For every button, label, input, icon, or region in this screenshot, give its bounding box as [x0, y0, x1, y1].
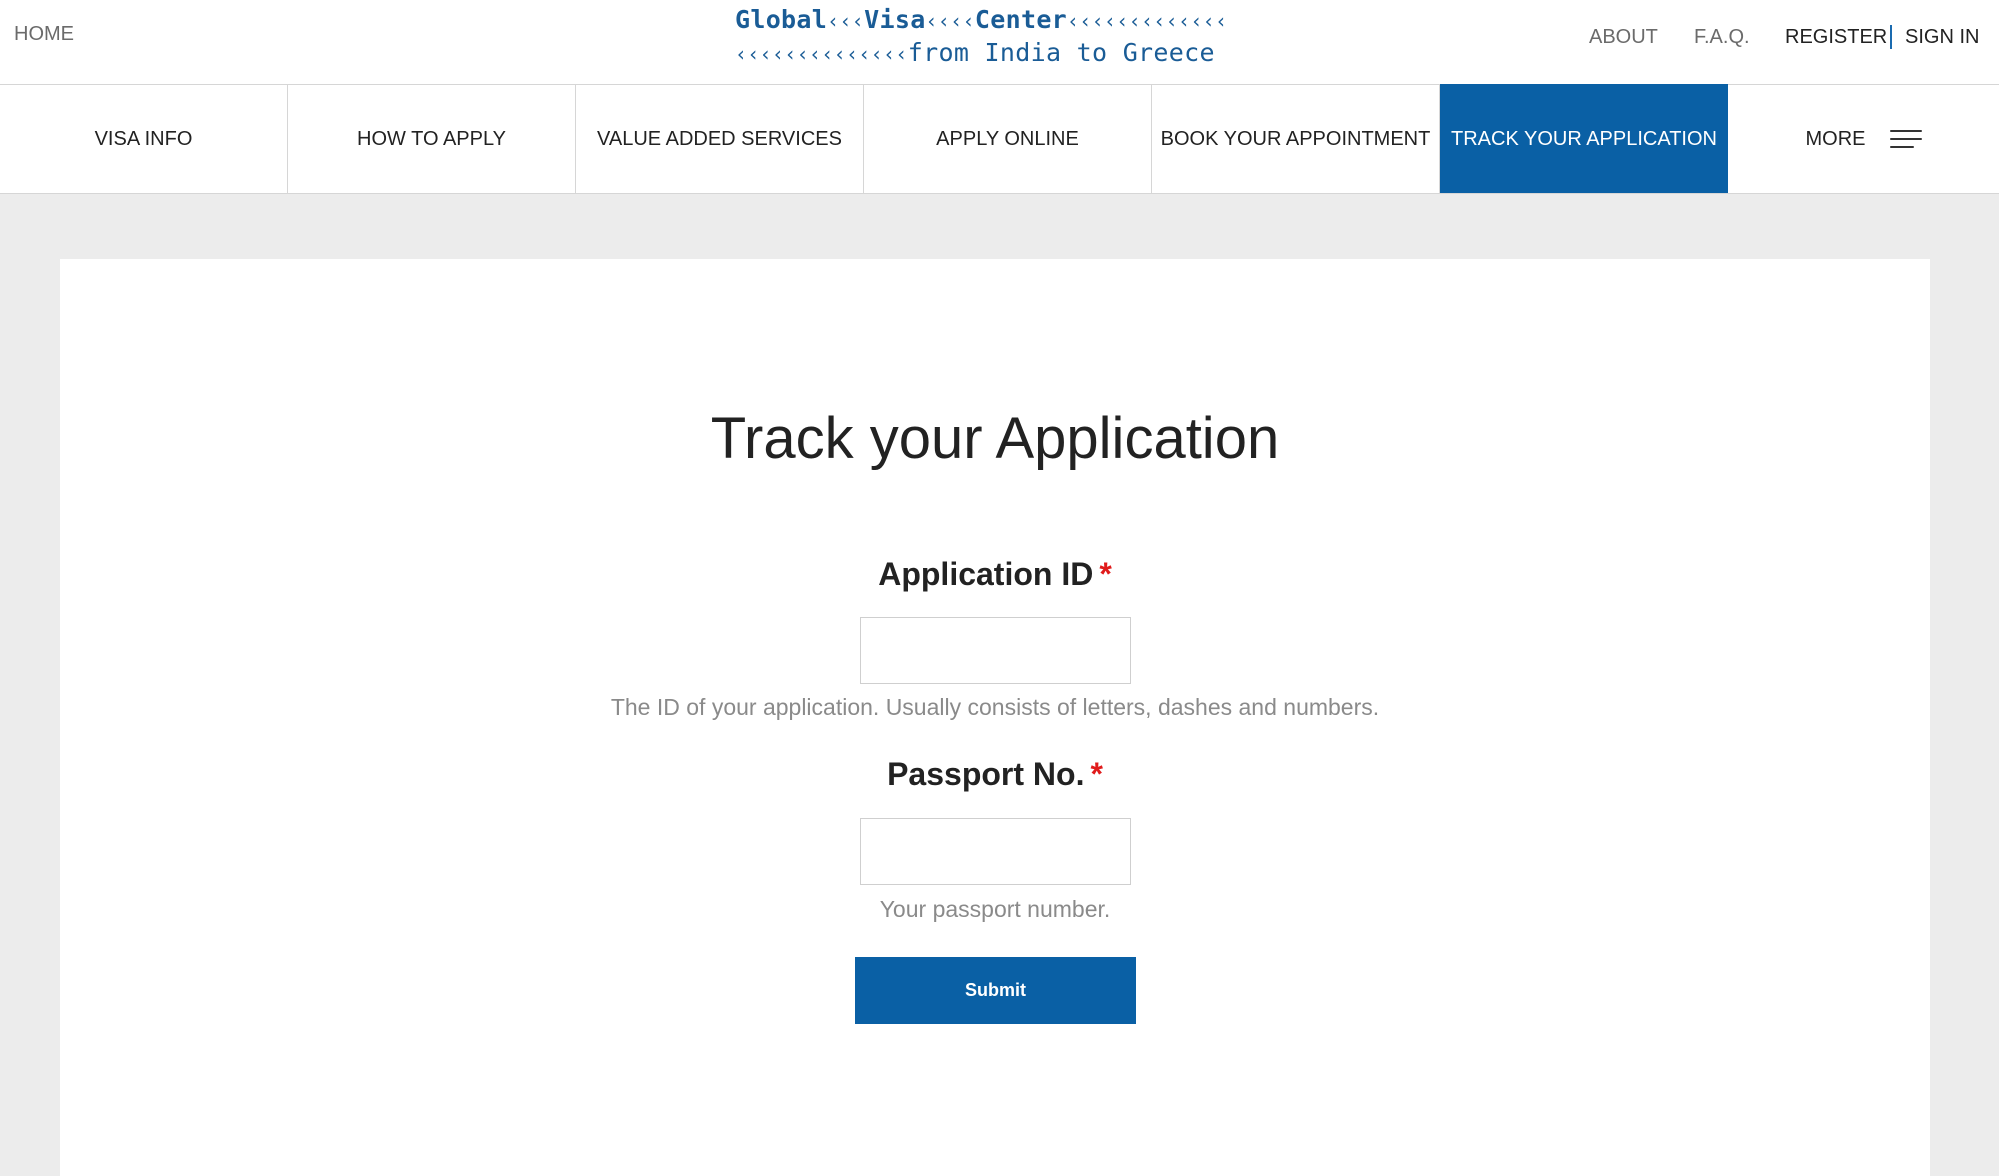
- logo-chevrons: ‹‹‹‹‹‹‹‹‹‹‹‹‹: [1067, 9, 1228, 33]
- passport-label: Passport No. *: [60, 756, 1930, 793]
- logo-chevrons: ‹‹‹‹‹‹‹‹‹‹‹‹‹‹: [735, 42, 908, 66]
- nav-item-visa-info[interactable]: VISA INFO: [0, 85, 288, 193]
- logo-tagline: from India to Greece: [907, 38, 1215, 67]
- required-asterisk: *: [1090, 756, 1103, 792]
- site-logo[interactable]: Global‹‹‹Visa‹‹‹‹Center‹‹‹‹‹‹‹‹‹‹‹‹‹ ‹‹‹…: [735, 4, 1265, 67]
- logo-chevrons: ‹‹‹‹: [925, 9, 975, 33]
- nav-more-label: MORE: [1805, 127, 1866, 150]
- about-link[interactable]: ABOUT: [1589, 25, 1658, 49]
- logo-word-global: Global: [735, 5, 828, 34]
- nav-item-value-added-services[interactable]: VALUE ADDED SERVICES: [576, 85, 864, 193]
- logo-line-1: Global‹‹‹Visa‹‹‹‹Center‹‹‹‹‹‹‹‹‹‹‹‹‹: [735, 4, 1265, 37]
- top-bar: HOME Global‹‹‹Visa‹‹‹‹Center‹‹‹‹‹‹‹‹‹‹‹‹…: [0, 0, 1999, 85]
- hamburger-menu-icon: [1889, 129, 1922, 149]
- home-link[interactable]: HOME: [14, 22, 74, 46]
- application-id-label: Application ID *: [60, 556, 1930, 593]
- sign-in-link[interactable]: SIGN IN: [1905, 25, 1979, 49]
- passport-label-text: Passport No.: [887, 756, 1085, 792]
- top-link-divider: [1890, 25, 1892, 49]
- nav-item-book-appointment[interactable]: BOOK YOUR APPOINTMENT: [1152, 85, 1440, 193]
- faq-link[interactable]: F.A.Q.: [1694, 25, 1750, 49]
- logo-chevrons: ‹‹‹: [827, 9, 865, 33]
- passport-help: Your passport number.: [879, 896, 1111, 922]
- logo-line-2: ‹‹‹‹‹‹‹‹‹‹‹‹‹‹from India to Greece: [735, 37, 1265, 70]
- submit-button[interactable]: Submit: [855, 957, 1136, 1024]
- main-nav: VISA INFO HOW TO APPLY VALUE ADDED SERVI…: [0, 84, 1999, 194]
- nav-item-apply-online[interactable]: APPLY ONLINE: [864, 85, 1152, 193]
- application-id-label-text: Application ID: [878, 556, 1094, 592]
- nav-item-track-application[interactable]: TRACK YOUR APPLICATION: [1440, 84, 1728, 193]
- page-title: Track your Application: [710, 406, 1280, 471]
- required-asterisk: *: [1099, 556, 1112, 592]
- logo-word-center: Center: [974, 5, 1068, 34]
- application-id-input[interactable]: [860, 617, 1131, 684]
- passport-number-input[interactable]: [860, 818, 1131, 885]
- application-id-help: The ID of your application. Usually cons…: [610, 694, 1380, 720]
- nav-item-how-to-apply[interactable]: HOW TO APPLY: [288, 85, 576, 193]
- register-link[interactable]: REGISTER: [1785, 25, 1887, 49]
- track-application-card: Track your Application Application ID * T…: [60, 259, 1930, 1176]
- nav-more-button[interactable]: MORE: [1728, 85, 1999, 193]
- logo-word-visa: Visa: [864, 5, 926, 34]
